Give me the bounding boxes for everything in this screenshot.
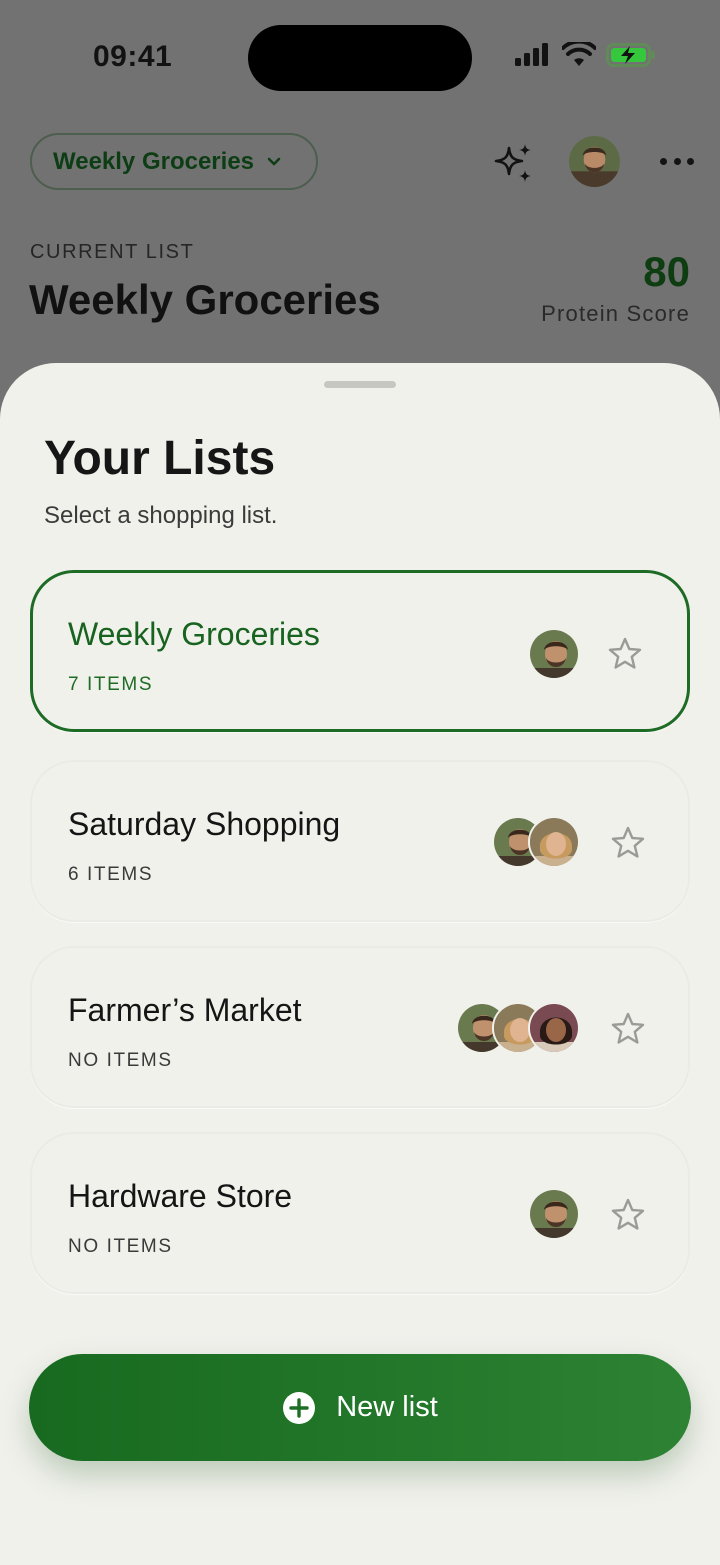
more-options-icon[interactable] bbox=[660, 150, 694, 172]
list-name: Weekly Groceries bbox=[68, 616, 320, 652]
favorite-star-icon[interactable] bbox=[610, 1011, 646, 1047]
cellular-signal-icon bbox=[515, 43, 548, 66]
chevron-down-icon bbox=[266, 156, 282, 168]
avatar bbox=[528, 816, 580, 868]
list-name: Saturday Shopping bbox=[68, 806, 341, 842]
new-list-button[interactable]: New list bbox=[29, 1354, 691, 1461]
list-item-count: 7 ITEMS bbox=[68, 674, 154, 695]
protein-score-label: Protein Score bbox=[541, 301, 690, 326]
status-time: 09:41 bbox=[93, 40, 173, 73]
member-avatars bbox=[528, 628, 580, 680]
list-name: Farmer’s Market bbox=[68, 992, 302, 1028]
user-avatar[interactable] bbox=[569, 136, 620, 187]
new-list-label: New list bbox=[336, 1391, 438, 1423]
favorite-star-icon[interactable] bbox=[610, 1197, 646, 1233]
list-card-hardware-store[interactable]: Hardware Store NO ITEMS bbox=[30, 1132, 690, 1294]
list-item-count: 6 ITEMS bbox=[68, 864, 154, 885]
avatar bbox=[528, 1188, 580, 1240]
sheet-title: Your Lists bbox=[44, 432, 276, 485]
current-list-label: CURRENT LIST bbox=[30, 241, 195, 263]
sparkle-icon[interactable] bbox=[492, 142, 534, 184]
battery-charging-icon bbox=[606, 43, 655, 67]
status-icons bbox=[514, 42, 656, 68]
dynamic-island bbox=[248, 25, 472, 91]
avatar bbox=[528, 628, 580, 680]
plus-circle-icon bbox=[282, 1391, 316, 1425]
list-item-count: NO ITEMS bbox=[68, 1236, 173, 1257]
member-avatars bbox=[492, 816, 580, 868]
list-card-weekly-groceries[interactable]: Weekly Groceries 7 ITEMS bbox=[30, 570, 690, 732]
sheet-subtitle: Select a shopping list. bbox=[44, 502, 278, 529]
wifi-icon bbox=[562, 42, 596, 66]
list-selector-label: Weekly Groceries bbox=[53, 147, 255, 175]
protein-score-value: 80 bbox=[643, 248, 690, 295]
list-item-count: NO ITEMS bbox=[68, 1050, 173, 1071]
current-list-title: Weekly Groceries bbox=[29, 276, 381, 323]
list-card-farmers-market[interactable]: Farmer’s Market NO ITEMS bbox=[30, 946, 690, 1108]
favorite-star-icon[interactable] bbox=[610, 825, 646, 861]
list-card-saturday-shopping[interactable]: Saturday Shopping 6 ITEMS bbox=[30, 760, 690, 922]
member-avatars bbox=[528, 1188, 580, 1240]
list-name: Hardware Store bbox=[68, 1178, 293, 1214]
list-selector-dropdown[interactable]: Weekly Groceries bbox=[30, 133, 318, 190]
avatar bbox=[528, 1002, 580, 1054]
status-bar: 09:41 bbox=[0, 0, 720, 116]
favorite-star-icon[interactable] bbox=[607, 636, 643, 672]
sheet-grabber[interactable] bbox=[324, 381, 396, 388]
member-avatars bbox=[456, 1002, 580, 1054]
